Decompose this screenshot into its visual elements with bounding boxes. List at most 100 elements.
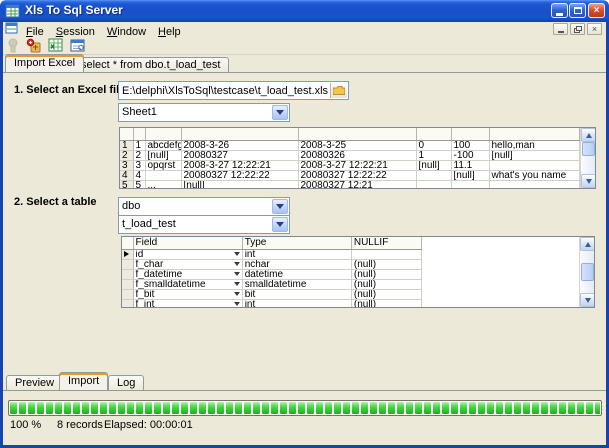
grid-cell[interactable]: 4 (133, 170, 145, 180)
type-cell[interactable]: int (242, 299, 351, 307)
grid-cell[interactable]: 3 (133, 160, 145, 170)
tab-import[interactable]: Import (59, 372, 108, 390)
grid-cell[interactable] (416, 180, 451, 188)
grid-cell[interactable]: 1 (133, 140, 145, 150)
dropdown-icon[interactable] (234, 282, 240, 289)
row-number[interactable]: 5 (120, 180, 133, 188)
grid-cell[interactable]: 20080327 12:21 (298, 180, 416, 188)
scroll-up-icon[interactable] (580, 237, 595, 251)
grid-cell[interactable]: 2008-3-27 12:22:21 (181, 160, 298, 170)
grid-cell[interactable]: 20080327 (181, 150, 298, 160)
excel-grid-icon[interactable] (46, 37, 65, 54)
column-header-field[interactable]: Field (133, 237, 242, 249)
tab-query-result[interactable]: select * from dbo.t_load_test (72, 57, 229, 72)
table-row[interactable]: f_datetime datetime (null) (122, 269, 422, 279)
table-row[interactable]: f_int int (null) (122, 299, 422, 307)
table-row[interactable]: 1 1 abcdefg 2008-3-26 2008-3-25 0 100 he… (120, 140, 580, 150)
grid-cell[interactable]: [null] (451, 170, 489, 180)
row-number[interactable]: 3 (120, 160, 133, 170)
grid-cell[interactable]: ... (145, 180, 181, 188)
grid-cell[interactable]: 11.1 (451, 160, 489, 170)
mdi-minimize-icon[interactable] (553, 23, 568, 35)
scroll-up-icon[interactable] (581, 128, 596, 142)
nullif-cell[interactable]: (null) (351, 299, 421, 307)
grid-cell[interactable] (489, 180, 580, 188)
chevron-down-icon[interactable] (272, 217, 288, 232)
minimize-icon[interactable] (551, 3, 568, 18)
row-number[interactable]: 2 (120, 150, 133, 160)
type-cell[interactable]: datetime (242, 269, 351, 279)
nullif-cell[interactable] (351, 249, 421, 259)
grid-cell[interactable]: abcdefg (145, 140, 181, 150)
dropdown-icon[interactable] (234, 302, 240, 308)
mdi-close-icon[interactable]: × (587, 23, 602, 35)
column-header-type[interactable]: Type (242, 237, 351, 249)
grid-cell[interactable]: 20080327 12:22:22 (181, 170, 298, 180)
nullif-cell[interactable]: (null) (351, 269, 421, 279)
field-cell[interactable]: f_char (133, 259, 242, 269)
tab-log[interactable]: Log (108, 375, 144, 390)
grid-cell[interactable]: 1 (416, 150, 451, 160)
table-row[interactable]: f_char nchar (null) (122, 259, 422, 269)
chevron-down-icon[interactable] (272, 105, 288, 120)
grid-cell[interactable]: hello,man (489, 140, 580, 150)
scrollbar-thumb[interactable] (582, 142, 595, 156)
field-cell[interactable]: f_smalldatetime (133, 279, 242, 289)
grid-cell[interactable]: 2008-3-27 12:22:21 (298, 160, 416, 170)
nullif-cell[interactable]: (null) (351, 289, 421, 299)
field-cell[interactable]: f_datetime (133, 269, 242, 279)
grid-cell[interactable] (416, 170, 451, 180)
table-combobox[interactable]: t_load_test (118, 215, 290, 234)
scroll-down-icon[interactable] (581, 174, 596, 188)
row-number[interactable]: 4 (120, 170, 133, 180)
tab-preview[interactable]: Preview (6, 375, 63, 390)
grid-cell[interactable]: 100 (451, 140, 489, 150)
field-cell[interactable]: f_bit (133, 289, 242, 299)
dropdown-icon[interactable] (234, 252, 240, 259)
grid-cell[interactable]: [null] (145, 150, 181, 160)
grid-cell[interactable]: opqrst (145, 160, 181, 170)
grid-cell[interactable]: [null] (489, 150, 580, 160)
chevron-down-icon[interactable] (272, 199, 288, 214)
field-cell[interactable]: f_int (133, 299, 242, 307)
type-cell[interactable]: smalldatetime (242, 279, 351, 289)
grid-cell[interactable]: -100 (451, 150, 489, 160)
grid-cell[interactable]: 2 (133, 150, 145, 160)
title-bar[interactable]: Xls To Sql Server × (0, 0, 609, 22)
maximize-icon[interactable] (569, 3, 586, 18)
mdi-restore-icon[interactable] (570, 23, 585, 35)
column-header-nullif[interactable]: NULLIF (351, 237, 421, 249)
tab-import-excel[interactable]: Import Excel (5, 54, 84, 72)
dropdown-icon[interactable] (234, 262, 240, 269)
grid-cell[interactable] (145, 170, 181, 180)
file-path-input[interactable] (119, 82, 348, 99)
close-icon[interactable]: × (588, 3, 605, 18)
table-row[interactable]: f_bit bit (null) (122, 289, 422, 299)
table-row[interactable]: id int (122, 249, 422, 259)
table-row[interactable]: f_smalldatetime smalldatetime (null) (122, 279, 422, 289)
grid-cell[interactable] (489, 160, 580, 170)
table-row[interactable]: 4 4 20080327 12:22:22 20080327 12:22:22 … (120, 170, 580, 180)
schema-combobox[interactable]: dbo (118, 197, 290, 216)
row-number[interactable]: 1 (120, 140, 133, 150)
preview-grid-scrollbar[interactable] (580, 128, 595, 188)
grid-cell[interactable]: 20080326 (298, 150, 416, 160)
grid-cell[interactable]: 0 (416, 140, 451, 150)
grid-cell[interactable]: [null] (416, 160, 451, 170)
grid-cell[interactable]: 20080327 12:22:22 (298, 170, 416, 180)
scrollbar-thumb[interactable] (581, 263, 594, 281)
grid-cell[interactable] (451, 180, 489, 188)
dropdown-icon[interactable] (234, 292, 240, 299)
table-row[interactable]: 5 5 ... [null] 20080327 12:21 (120, 180, 580, 188)
grid-cell[interactable]: 5 (133, 180, 145, 188)
session-icon[interactable] (24, 37, 43, 54)
type-cell[interactable]: int (242, 249, 351, 259)
type-cell[interactable]: nchar (242, 259, 351, 269)
grid-cell[interactable]: what's you name (489, 170, 580, 180)
table-row[interactable]: 2 2 [null] 20080327 20080326 1 -100 [nul… (120, 150, 580, 160)
grid-cell[interactable]: [null] (181, 180, 298, 188)
grid-cell[interactable]: 2008-3-25 (298, 140, 416, 150)
grid-cell[interactable]: 2008-3-26 (181, 140, 298, 150)
field-cell[interactable]: id (133, 249, 242, 259)
nullif-cell[interactable]: (null) (351, 279, 421, 289)
